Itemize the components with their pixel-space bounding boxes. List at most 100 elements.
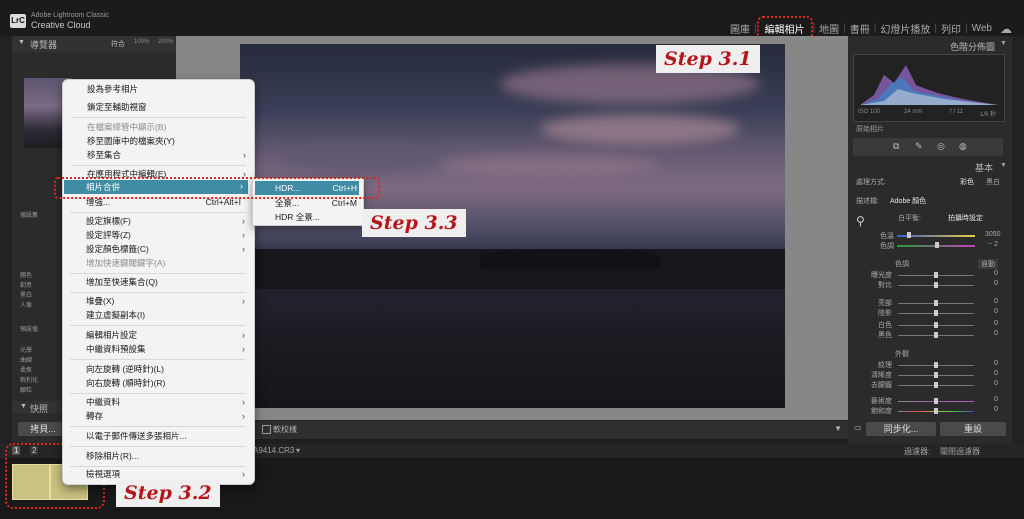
menu-item-set-reference[interactable]: 設為參考相片 [87, 83, 138, 95]
preset-item[interactable]: 創意 [20, 282, 32, 290]
menu-item-set-rating[interactable]: 設定評等(Z) [86, 229, 131, 241]
toolbar-dropdown-icon[interactable]: ▼ [834, 424, 842, 433]
tint-value[interactable]: − 2 [988, 241, 998, 248]
preset-item[interactable]: 黑白 [20, 292, 32, 300]
contrast-value[interactable]: 0 [994, 280, 998, 287]
filename-dropdown-icon[interactable]: ▾ [296, 446, 300, 455]
preset-item[interactable]: 預設集 [20, 212, 38, 220]
collapse-triangle-icon[interactable]: ▼ [1000, 40, 1007, 47]
shadows-slider[interactable] [898, 310, 974, 316]
preset-item[interactable]: 人像 [20, 302, 32, 310]
collapse-triangle-icon[interactable]: ▼ [20, 403, 27, 410]
zoom-fit[interactable]: 符合 [111, 39, 125, 49]
submenu-item-hdr-panorama[interactable]: HDR 全景... [275, 211, 320, 223]
exposure-value[interactable]: 0 [994, 270, 998, 277]
preset-item[interactable]: 曲線 [20, 357, 32, 365]
whites-slider[interactable] [898, 322, 974, 328]
cloud-icon[interactable]: ☁ [996, 22, 1016, 36]
menu-item-set-color-label[interactable]: 設定顏色標籤(C) [86, 243, 149, 255]
saturation-slider[interactable] [898, 408, 974, 414]
menu-item-email-photos[interactable]: 以電子郵件傳送多張相片... [86, 430, 187, 442]
highlights-slider[interactable] [898, 300, 974, 306]
clarity-value[interactable]: 0 [994, 370, 998, 377]
collapse-triangle-icon[interactable]: ▼ [18, 39, 25, 46]
right-panel-toggle-strip[interactable] [1012, 36, 1024, 446]
menu-item-set-flag[interactable]: 設定旗標(F) [86, 215, 131, 227]
menu-item-add-quick-collection[interactable]: 增加至快速集合(Q) [86, 276, 158, 288]
vibrance-slider[interactable] [898, 398, 974, 404]
menu-item-go-to-collection[interactable]: 移至集合 [87, 149, 121, 161]
left-panel-toggle-strip[interactable] [0, 36, 12, 446]
histogram[interactable]: ISO 100 24 mm f / 11 1/6 秒 [853, 54, 1005, 122]
menu-item-lock-secondary[interactable]: 鎖定至輔助視窗 [87, 101, 147, 113]
main-photo[interactable] [240, 44, 785, 408]
submenu-arrow-icon: › [242, 244, 245, 254]
menu-item-metadata-presets[interactable]: 中繼資料預設集 [86, 343, 146, 355]
preset-item[interactable]: 顆粒 [20, 387, 32, 395]
treatment-color[interactable]: 彩色 [960, 177, 974, 187]
filmstrip-thumb[interactable] [12, 464, 50, 500]
original-photo-label[interactable]: 原始相片 [856, 124, 884, 134]
mask-icon[interactable]: ◍ [959, 141, 967, 152]
shadows-value[interactable]: 0 [994, 308, 998, 315]
preset-item[interactable]: 顏色 [20, 272, 32, 280]
blacks-value[interactable]: 0 [994, 330, 998, 337]
temp-value[interactable]: 3050 [985, 231, 1001, 238]
sync-button[interactable]: 同步化... [866, 422, 936, 436]
zoom-200[interactable]: 200% [158, 39, 173, 45]
preset-item[interactable]: 光學 [20, 347, 32, 355]
menu-item-develop-settings[interactable]: 編輯相片設定 [86, 329, 137, 341]
dehaze-slider[interactable] [898, 382, 974, 388]
navigator-header[interactable]: ▼ 導覽器 符合 100% 200% [12, 36, 176, 52]
redeye-icon[interactable]: ◎ [937, 141, 945, 152]
module-map[interactable]: 地圖 [815, 21, 843, 36]
sync-toggle-icon[interactable]: ▭ [854, 423, 862, 432]
whites-value[interactable]: 0 [994, 320, 998, 327]
contrast-slider[interactable] [898, 282, 974, 288]
vibrance-value[interactable]: 0 [994, 396, 998, 403]
collapse-triangle-icon[interactable]: ▼ [1000, 162, 1007, 169]
eyedropper-icon[interactable]: ⚲ [856, 214, 865, 228]
module-book[interactable]: 書冊 [846, 21, 874, 36]
menu-item-rotate-right[interactable]: 向右旋轉 (順時針)(R) [86, 377, 165, 389]
auto-button[interactable]: 自動 [978, 259, 998, 269]
menu-item-view-options[interactable]: 檢視選項 [86, 468, 120, 480]
zoom-100[interactable]: 100% [134, 39, 149, 45]
saturation-label: 飽和度 [871, 408, 892, 415]
module-print[interactable]: 列印 [937, 21, 965, 36]
clarity-slider[interactable] [898, 372, 974, 378]
profile-select[interactable]: Adobe 顏色 [890, 196, 926, 206]
spot-heal-icon[interactable]: ✎ [915, 141, 923, 152]
softproof-checkbox[interactable] [262, 425, 271, 434]
preset-item[interactable]: 預設值 [20, 326, 38, 334]
tint-slider[interactable] [897, 242, 975, 248]
texture-slider[interactable] [898, 362, 974, 368]
module-slideshow[interactable]: 幻燈片播放 [876, 21, 934, 36]
snapshot-title: 快照 [30, 404, 49, 414]
module-web[interactable]: Web [968, 23, 996, 34]
saturation-value[interactable]: 0 [994, 406, 998, 413]
crop-icon[interactable]: ⧉ [893, 141, 899, 152]
menu-item-create-virtual-copy[interactable]: 建立虛擬副本(I) [86, 309, 145, 321]
preset-item[interactable]: 柔焦 [20, 367, 32, 375]
preset-item[interactable]: 銳利化 [20, 377, 38, 385]
wb-label: 白平衡: [898, 215, 921, 222]
menu-item-stacking[interactable]: 堆疊(X) [86, 295, 114, 307]
wb-select[interactable]: 拍攝時設定 [948, 213, 983, 223]
exposure-slider[interactable] [898, 272, 974, 278]
menu-item-metadata[interactable]: 中繼資料 [86, 396, 120, 408]
filter-select[interactable]: 關閉過濾器 [940, 446, 980, 457]
temp-slider[interactable] [897, 232, 975, 238]
menu-item-export[interactable]: 轉存 [86, 410, 103, 422]
copy-button[interactable]: 拷貝... [18, 422, 68, 436]
treatment-bw[interactable]: 黑白 [986, 177, 1000, 187]
menu-item-go-to-folder[interactable]: 移至圖庫中的檔案夾(Y) [87, 135, 175, 147]
blacks-slider[interactable] [898, 332, 974, 338]
highlights-value[interactable]: 0 [994, 298, 998, 305]
menu-item-remove-photos[interactable]: 移除相片(R)... [86, 450, 139, 462]
texture-value[interactable]: 0 [994, 360, 998, 367]
dehaze-value[interactable]: 0 [994, 380, 998, 387]
module-library[interactable]: 圖庫 [726, 21, 754, 36]
menu-item-rotate-left[interactable]: 向左旋轉 (逆時針)(L) [86, 363, 164, 375]
reset-button[interactable]: 重設 [940, 422, 1006, 436]
